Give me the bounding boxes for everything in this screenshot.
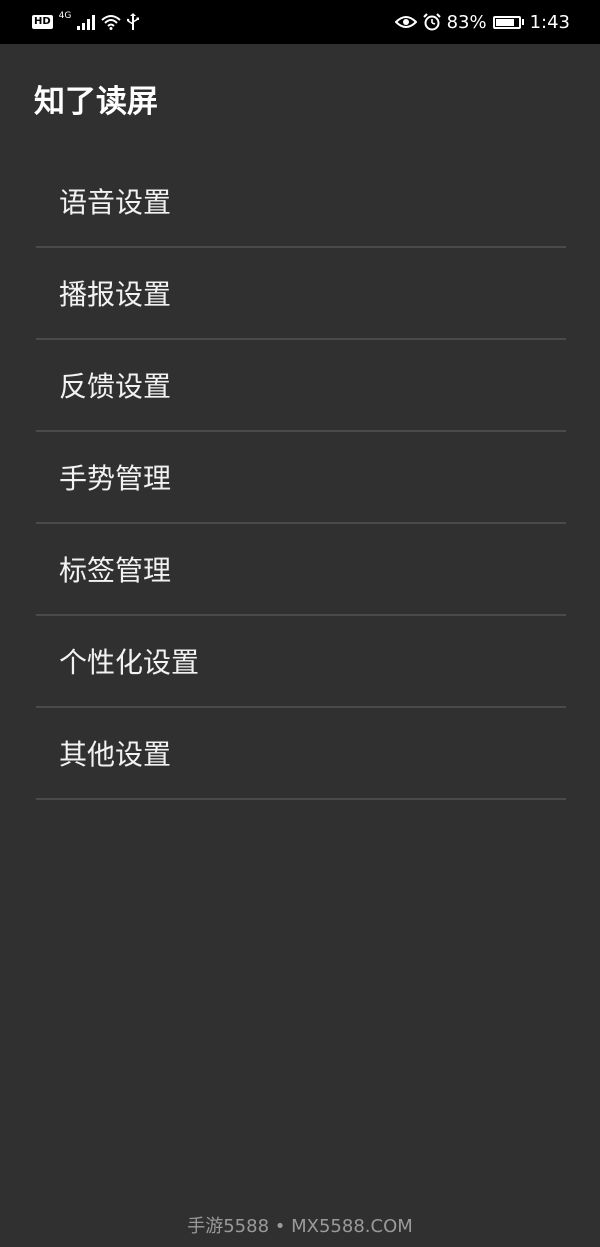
status-bar-left: HD 4G [32,11,140,31]
wifi-icon [101,14,122,30]
menu-item-label-management[interactable]: 标签管理 [36,524,566,616]
status-time: 1:43 [529,11,570,33]
alarm-icon [422,13,441,31]
network-type-label: 4G [58,11,72,21]
status-bar-right: 83% 1:43 [394,11,570,33]
battery-percent: 83% [446,11,487,33]
menu-item-voice-settings[interactable]: 语音设置 [36,156,566,248]
battery-level [495,18,514,26]
usb-icon [127,13,140,31]
page-title: 知了读屏 [34,84,158,120]
signal-icon [77,14,96,30]
watermark: 手游5588 • MX5588.COM [187,1216,413,1237]
menu-item-personalization-settings[interactable]: 个性化设置 [36,616,566,708]
battery-icon [492,15,524,29]
menu-item-other-settings[interactable]: 其他设置 [36,708,566,800]
hd-icon: HD [32,15,53,29]
settings-menu: 语音设置 播报设置 反馈设置 手势管理 标签管理 个性化设置 其他设置 [36,156,566,800]
status-bar: HD 4G 83% 1:43 [0,0,600,44]
menu-item-gesture-management[interactable]: 手势管理 [36,432,566,524]
eye-icon [394,15,417,29]
menu-item-feedback-settings[interactable]: 反馈设置 [36,340,566,432]
menu-item-announcement-settings[interactable]: 播报设置 [36,248,566,340]
